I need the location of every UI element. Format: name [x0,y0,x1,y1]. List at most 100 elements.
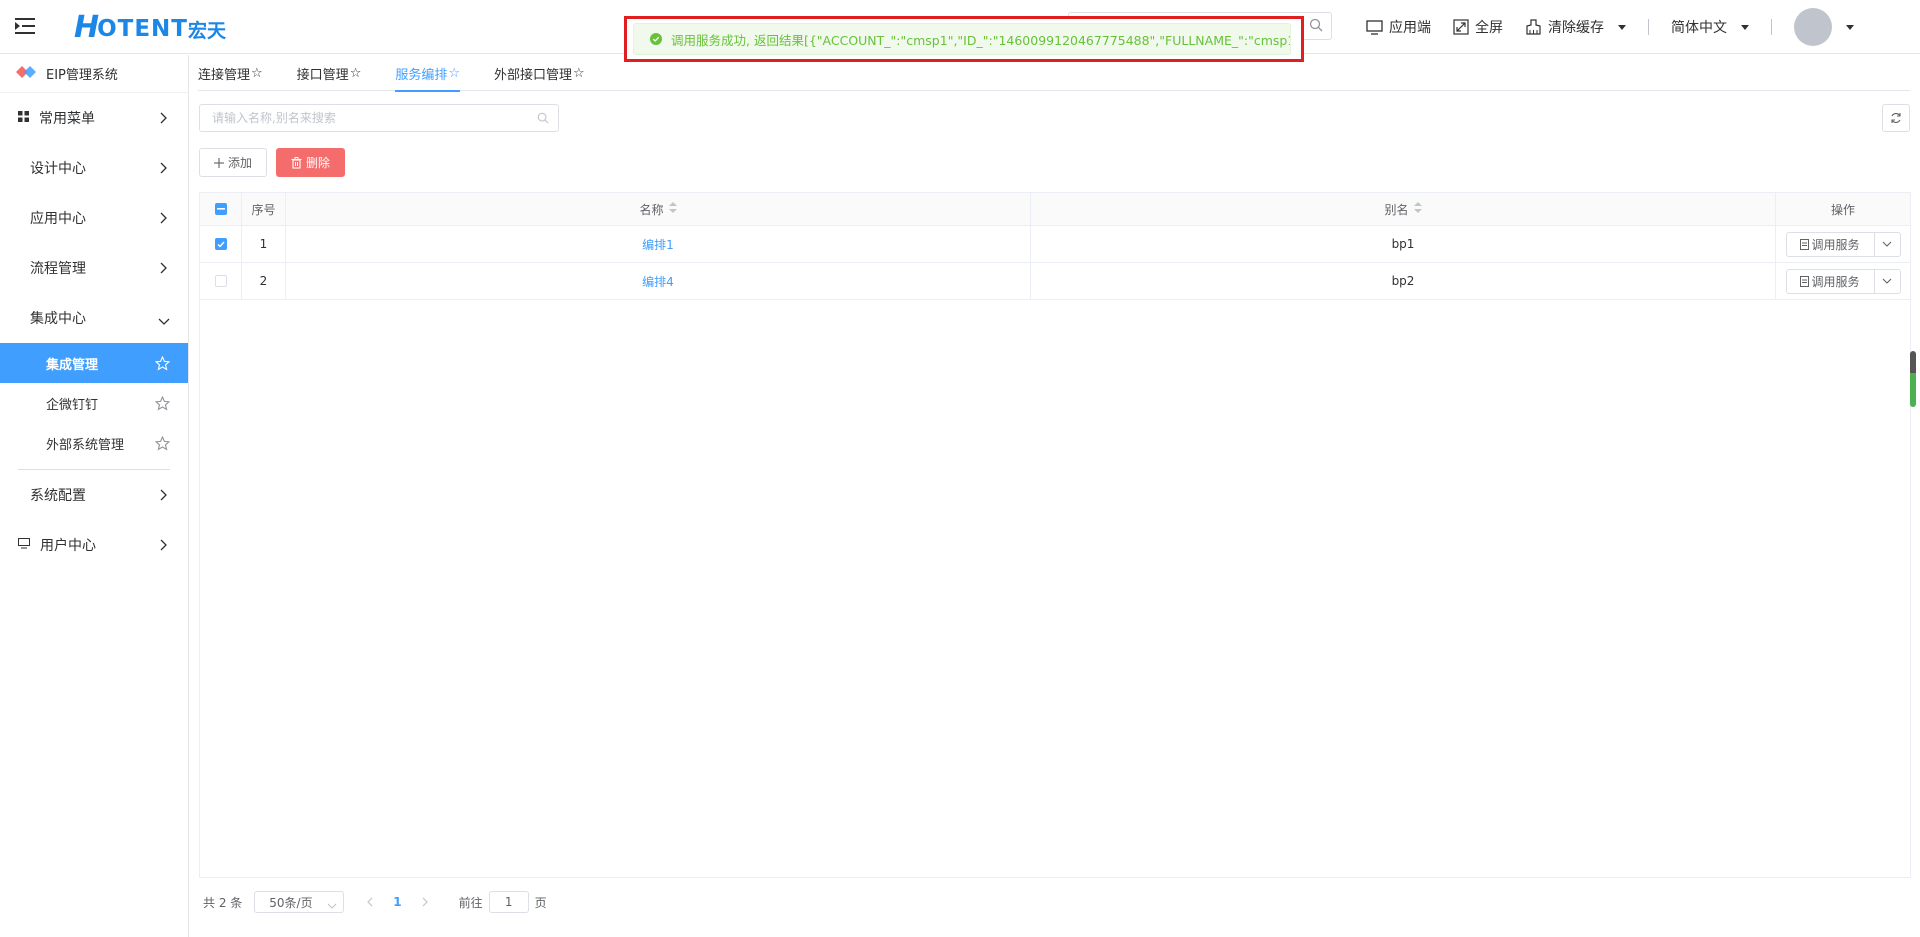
tab-service-orchestration[interactable]: 服务编排 ☆ [395,55,460,92]
star-icon[interactable] [154,435,171,455]
page-suffix: 页 [534,895,547,910]
sidebar-subitem-integration-manage[interactable]: 集成管理 [0,343,188,383]
tab-connection-manage[interactable]: 连接管理 ☆ [198,55,263,91]
language-label: 简体中文 [1671,20,1727,36]
avatar[interactable] [1794,8,1832,46]
sort-icon[interactable] [668,202,677,216]
chevron-down-icon [158,314,170,330]
document-icon [1800,238,1810,250]
select-all-checkbox[interactable] [214,203,227,215]
row-name-link[interactable]: 编排1 [642,236,674,253]
menu-toggle-icon[interactable] [14,15,36,37]
caret-down-icon [1846,24,1854,30]
page-number[interactable]: 1 [393,895,401,909]
sidebar-item-label: 应用中心 [30,211,86,227]
data-table: 序号 名称 别名 操作 1 编排1 bp1 调用服务 2 编排4 bp2 调用服… [199,192,1911,878]
monitor-icon [18,537,30,553]
star-icon[interactable] [154,355,171,375]
sidebar-item-favorites[interactable]: 常用菜单 [0,93,188,143]
sidebar-item-label: 流程管理 [30,261,86,277]
app-end-label: 应用端 [1389,20,1431,36]
refresh-icon [1891,113,1901,123]
sidebar-item-design[interactable]: 设计中心 [0,143,188,193]
column-header-alias[interactable]: 别名 [1031,193,1776,225]
brand-logo[interactable]: H OTENT 宏天 [74,10,226,45]
user-menu[interactable] [1794,8,1854,46]
header-divider [1771,19,1772,35]
grid-icon [18,110,29,126]
sidebar-item-user-center[interactable]: 用户中心 [0,520,188,570]
fullscreen-icon [1453,19,1469,35]
chevron-right-icon [160,212,168,228]
search-input[interactable] [200,105,558,131]
row-name-link[interactable]: 编排4 [642,273,674,290]
vertical-scrollbar[interactable] [1910,351,1916,407]
document-icon [1800,275,1810,287]
operation-dropdown-toggle[interactable] [1875,233,1900,256]
refresh-button[interactable] [1882,104,1910,132]
sidebar-subitem-label: 企微钉钉 [46,397,99,413]
tab-interface-manage[interactable]: 接口管理 ☆ [297,55,362,91]
invoke-service-split-button: 调用服务 [1785,231,1901,257]
prev-page-button[interactable] [366,897,373,907]
sidebar-item-flow[interactable]: 流程管理 [0,243,188,293]
goto-label: 前往 [458,895,483,910]
sidebar-item-label: 集成中心 [30,311,86,327]
row-operation-cell: 调用服务 [1776,263,1910,299]
clear-cache-label: 清除缓存 [1548,20,1604,36]
chevron-right-icon [160,539,168,555]
delete-button[interactable]: 删除 [276,148,345,177]
search-icon[interactable] [537,112,549,127]
star-icon[interactable] [154,395,171,415]
language-select[interactable]: 简体中文 [1671,17,1749,37]
toast-message: 调用服务成功, 返回结果[{"ACCOUNT_":"cmsp1","ID_":"… [671,32,1291,48]
sort-icon[interactable] [1413,202,1422,216]
sidebar-subitem-external-systems[interactable]: 外部系统管理 [0,423,188,463]
invoke-service-button[interactable]: 调用服务 [1787,269,1875,293]
add-button[interactable]: 添加 [199,148,267,177]
star-icon[interactable]: ☆ [350,66,362,81]
search-icon[interactable] [1309,18,1323,36]
fullscreen-button[interactable]: 全屏 [1453,17,1503,37]
chevron-right-icon [160,112,168,128]
delete-button-label: 删除 [305,156,330,170]
next-page-button[interactable] [422,897,429,907]
column-header-name[interactable]: 名称 [286,193,1031,225]
sidebar-item-label: 用户中心 [40,538,96,554]
tab-external-interface-manage[interactable]: 外部接口管理 ☆ [494,55,585,91]
row-index: 2 [242,263,286,299]
system-title-label: EIP管理系统 [46,68,118,83]
header-actions: 应用端 全屏 清除缓存 简体中文 [1366,0,1876,54]
table-header-row: 序号 名称 别名 操作 [200,193,1910,226]
sidebar-item-apps[interactable]: 应用中心 [0,193,188,243]
row-checkbox[interactable] [214,238,227,250]
sidebar-subitem-label: 集成管理 [46,357,99,373]
table-row: 2 编排4 bp2 调用服务 [200,263,1910,300]
star-icon[interactable]: ☆ [251,66,263,81]
app-end-button[interactable]: 应用端 [1366,17,1431,37]
sidebar-subitem-wecom-dingtalk[interactable]: 企微钉钉 [0,383,188,423]
chevron-right-icon [160,489,168,505]
row-operation-cell: 调用服务 [1776,226,1910,262]
row-checkbox[interactable] [214,275,227,287]
star-icon[interactable]: ☆ [573,66,585,81]
goto-page-input[interactable] [488,891,529,913]
invoke-service-button[interactable]: 调用服务 [1787,232,1875,256]
tab-label: 外部接口管理 [494,67,573,83]
caret-down-icon [1741,24,1749,30]
success-check-icon [650,33,662,45]
page-size-select[interactable]: 50条/页 [254,891,345,913]
sidebar-item-integration[interactable]: 集成中心 [0,293,188,343]
sidebar-item-system-config[interactable]: 系统配置 [0,470,188,520]
star-icon[interactable]: ☆ [448,66,460,81]
column-header-label: 名称 [639,202,664,217]
row-alias: bp2 [1031,263,1776,299]
chevron-right-icon [160,162,168,178]
invoke-service-split-button: 调用服务 [1785,268,1901,294]
monitor-icon [1366,19,1383,35]
operation-dropdown-toggle[interactable] [1875,270,1900,293]
header-select-cell [200,193,242,225]
clear-cache-button[interactable]: 清除缓存 [1525,17,1626,37]
table-row: 1 编排1 bp1 调用服务 [200,226,1910,263]
total-count: 共 2 条 [203,895,243,910]
